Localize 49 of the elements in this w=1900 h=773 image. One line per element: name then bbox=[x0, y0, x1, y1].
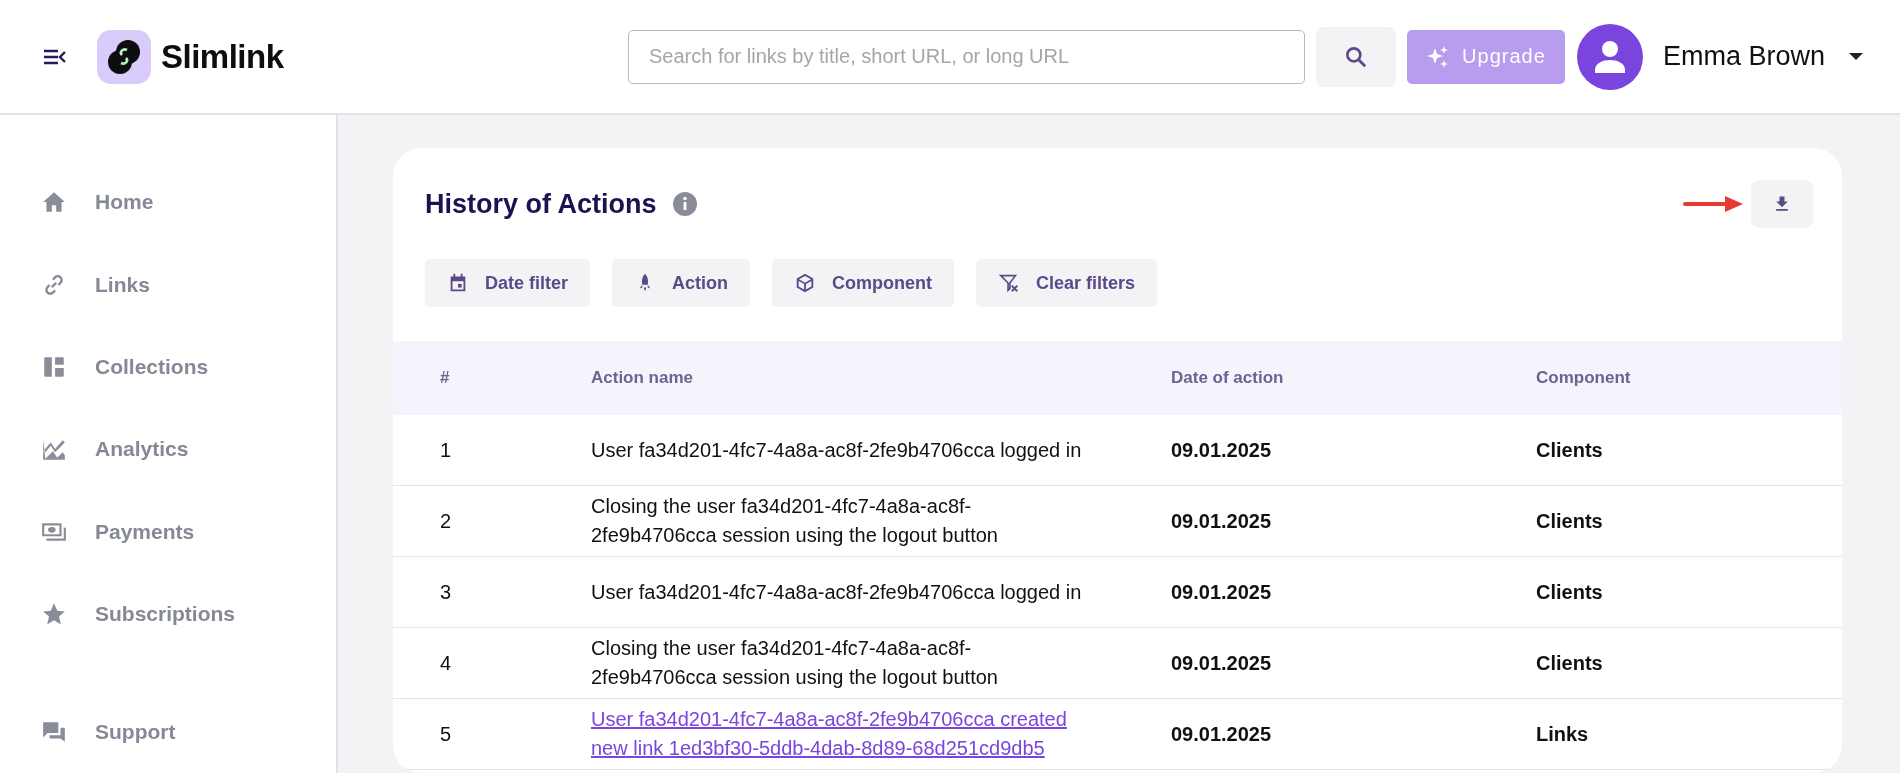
caret-icon[interactable] bbox=[1849, 53, 1863, 60]
column-header: Action name bbox=[591, 368, 695, 388]
filter-button[interactable]: Component bbox=[772, 259, 954, 307]
table-cell-text: 5 bbox=[440, 721, 453, 747]
table-cell-text: 4 bbox=[440, 650, 453, 676]
table-cell-text: 09.01.2025 bbox=[1171, 650, 1273, 676]
table-cell-text: User fa34d201-4fc7-4a8a-ac8f-2fe9b4706cca logged in bbox=[591, 579, 1083, 605]
action-link[interactable]: User fa34d201-4fc7-4a8a-ac8f-2fe9b4706cca created new link 1ed3bf30-5ddb-4dab-8d89-68d251cd9db5 bbox=[591, 705, 1091, 763]
table-cell-text: User fa34d201-4fc7-4a8a-ac8f-2fe9b4706cca logged in bbox=[591, 437, 1083, 463]
sidebar-item[interactable]: Analytics bbox=[41, 408, 189, 491]
table-cell-text: Clients bbox=[1536, 650, 1604, 676]
table-cell-text: 3 bbox=[440, 579, 453, 605]
sidebar-item[interactable]: Payments bbox=[41, 490, 195, 573]
menu-collapse-icon[interactable] bbox=[43, 47, 67, 66]
filter-button[interactable]: Action bbox=[612, 259, 751, 307]
search-field[interactable]: Search for links by title, short URL, or long URL bbox=[627, 29, 1305, 84]
table-cell-text: 09.01.2025 bbox=[1171, 579, 1273, 605]
sidebar-item[interactable]: Support bbox=[41, 690, 176, 773]
brand-name: Slimlink bbox=[161, 37, 284, 76]
filter-button[interactable]: Date filter bbox=[425, 259, 591, 307]
annotation-arrow bbox=[1683, 195, 1745, 213]
table-cell-text: Closing the user fa34d201-4fc7-4a8a-ac8f-2fe9b4706cca session using the logout button bbox=[591, 636, 999, 690]
column-header: # bbox=[440, 368, 451, 388]
filter-clear-icon bbox=[998, 272, 1020, 294]
table-cell-text: 2 bbox=[440, 508, 453, 534]
search-button[interactable] bbox=[1315, 26, 1396, 87]
upgrade-button[interactable]: Upgrade bbox=[1406, 29, 1565, 84]
column-header: Component bbox=[1536, 368, 1632, 388]
table-cell-text: Links bbox=[1536, 721, 1590, 747]
table-cell-text: Clients bbox=[1536, 437, 1604, 463]
table-cell-text: 09.01.2025 bbox=[1171, 721, 1273, 747]
table-cell-text: 09.01.2025 bbox=[1171, 508, 1273, 534]
download-button[interactable] bbox=[1751, 180, 1813, 228]
page-title: History of Actions bbox=[425, 188, 657, 220]
info-icon[interactable] bbox=[672, 192, 697, 216]
table-cell-text: 1 bbox=[440, 437, 453, 463]
table-cell-text: Closing the user fa34d201-4fc7-4a8a-ac8f-2fe9b4706cca session using the logout button bbox=[591, 494, 999, 548]
sidebar-item[interactable]: Collections bbox=[41, 325, 209, 409]
sidebar-item[interactable]: Links bbox=[41, 243, 150, 326]
table-cell-text: Clients bbox=[1536, 579, 1604, 605]
user-name[interactable]: Emma Brown bbox=[1662, 41, 1825, 72]
table-cell-text: Clients bbox=[1536, 508, 1604, 534]
filter-button[interactable]: Clear filters bbox=[976, 259, 1158, 307]
table-cell-text: 09.01.2025 bbox=[1171, 437, 1273, 463]
column-header: Date of action bbox=[1171, 368, 1285, 388]
sidebar-item[interactable]: Subscriptions bbox=[41, 572, 236, 656]
logo-icon bbox=[97, 29, 151, 84]
sidebar-item[interactable]: Home bbox=[41, 161, 154, 244]
avatar-icon[interactable] bbox=[1576, 23, 1643, 90]
